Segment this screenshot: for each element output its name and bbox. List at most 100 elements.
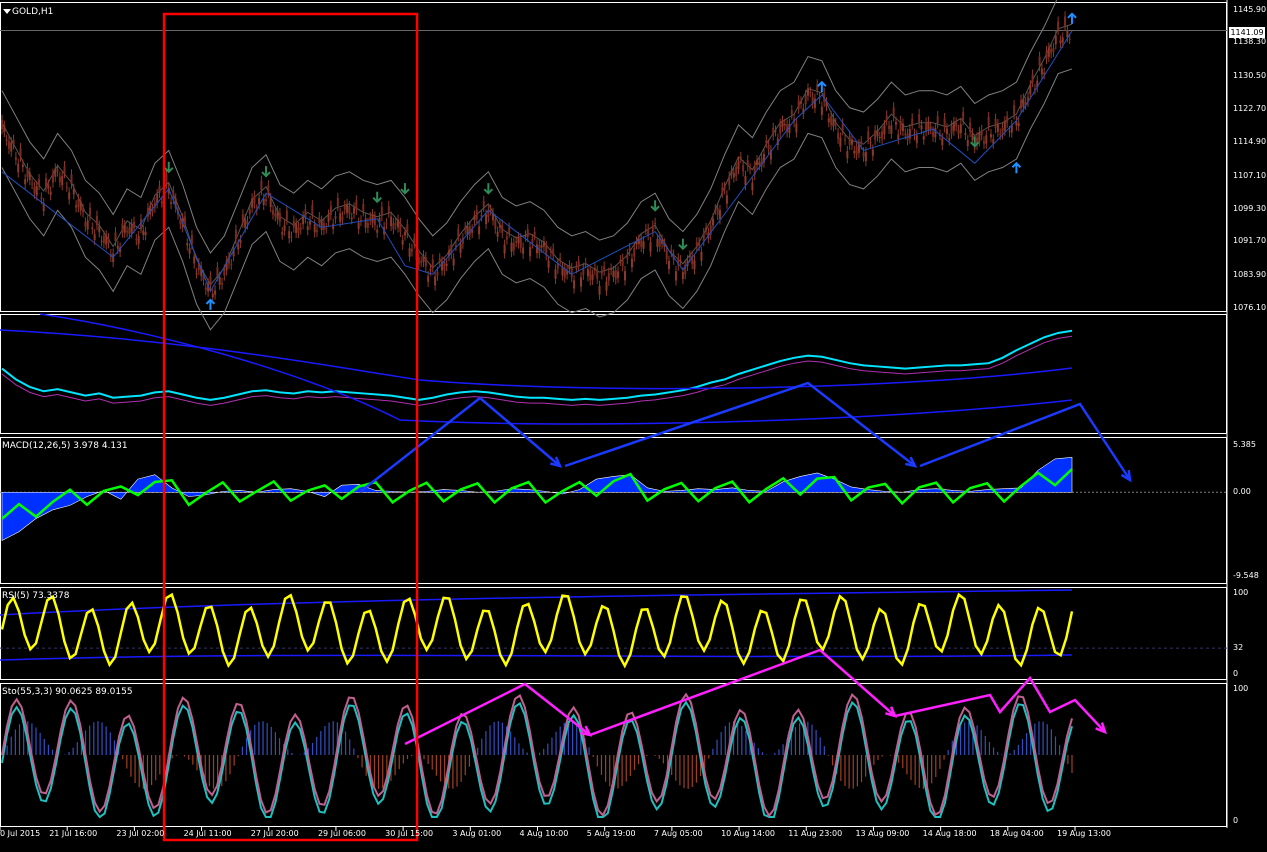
candle-body	[624, 271, 627, 281]
candle-body	[38, 179, 41, 185]
candle-body	[362, 203, 365, 212]
candle-body	[633, 248, 636, 257]
candle-body	[869, 142, 872, 144]
highlight-box	[162, 12, 419, 842]
candle-body	[883, 125, 886, 135]
candle-body	[848, 135, 851, 145]
candle-body	[580, 277, 583, 287]
x-axis-tick: 0 Jul 2015	[0, 829, 41, 838]
candle-body	[160, 201, 163, 203]
price-y-tick: 1083.90	[1233, 269, 1267, 279]
candle-body	[899, 120, 902, 131]
candle-body	[936, 116, 939, 124]
rsi-y-tick: 0	[1233, 669, 1239, 678]
candle-body	[241, 214, 244, 223]
candle-body	[767, 144, 770, 150]
candle-body	[1064, 16, 1067, 26]
candle-body	[380, 206, 383, 217]
candle-body	[996, 124, 999, 132]
candle-body	[186, 243, 189, 246]
candle-body	[864, 152, 867, 162]
signal-arrow-down	[400, 183, 410, 195]
candle-body	[325, 228, 328, 230]
candle-body	[749, 168, 752, 170]
candle-body	[179, 220, 182, 225]
candle-body	[934, 128, 937, 138]
candle-body	[758, 162, 761, 165]
price-y-tick: 1091.70	[1233, 236, 1267, 246]
candle-body	[478, 226, 481, 235]
candle-body	[612, 270, 615, 277]
candle-body	[519, 238, 522, 248]
candle-body	[40, 197, 43, 200]
candle-body	[230, 264, 233, 266]
panel-frame-price	[0, 2, 1227, 312]
candle-body	[204, 287, 207, 290]
candle-body	[957, 130, 960, 134]
candle-body	[874, 130, 877, 140]
candle-body	[498, 224, 501, 228]
candle-body	[332, 223, 335, 230]
candle-body	[945, 128, 948, 135]
candle-body	[508, 227, 511, 233]
candle-body	[31, 183, 34, 185]
candle-body	[853, 150, 856, 154]
candle-body	[79, 201, 82, 211]
candle-body	[223, 269, 226, 276]
candle-body	[237, 244, 240, 250]
candle-body	[515, 241, 518, 243]
candle-body	[522, 247, 525, 254]
candle-body	[496, 231, 499, 237]
candle-body	[475, 210, 478, 220]
candle-body	[56, 169, 59, 172]
signal-arrow-down	[650, 200, 660, 212]
candle-body	[457, 229, 460, 237]
candle-body	[554, 269, 557, 279]
candle-body	[376, 229, 379, 233]
rsi-band-lower	[0, 654, 1073, 661]
candle-body	[971, 133, 974, 141]
candle-body	[742, 165, 745, 172]
candle-body	[75, 205, 78, 208]
candle-body	[600, 270, 603, 275]
sto-y-tick: 0	[1233, 816, 1239, 825]
candle-body	[387, 206, 390, 213]
candle-body	[862, 152, 865, 157]
candle-body	[239, 240, 242, 243]
x-axis-tick: 18 Aug 04:00	[989, 829, 1044, 838]
candle-body	[1068, 38, 1071, 40]
candle-body	[948, 138, 951, 141]
candle-body	[665, 250, 668, 260]
chart-svg	[0, 0, 1228, 842]
symbol-dropdown-icon[interactable]	[3, 9, 11, 14]
candle-body	[505, 236, 508, 240]
candle-body	[732, 173, 735, 178]
candle-body	[904, 133, 907, 135]
panel2-ma-slow	[0, 329, 1073, 390]
candle-body	[994, 118, 997, 128]
candle-body	[598, 285, 601, 295]
candle-body	[193, 256, 196, 264]
candle-body	[589, 271, 592, 281]
candle-body	[19, 148, 22, 157]
x-axis-tick: 4 Aug 10:00	[519, 829, 569, 838]
macd-histogram	[1, 457, 1073, 541]
candle-body	[804, 94, 807, 105]
candle-body	[84, 222, 87, 227]
candle-body	[837, 133, 840, 139]
candle-body	[283, 225, 286, 231]
candle-body	[890, 125, 893, 134]
candle-body	[366, 223, 369, 228]
candle-body	[1017, 123, 1020, 127]
candle-body	[844, 139, 847, 141]
candle-body	[281, 232, 284, 235]
annotation-arrow-magenta-3	[894, 675, 1106, 733]
candle-body	[575, 266, 578, 269]
candle-body	[850, 139, 853, 145]
candle-body	[341, 216, 344, 220]
candle-body	[512, 242, 515, 251]
candle-body	[721, 187, 724, 193]
candle-body	[888, 125, 891, 129]
candle-body	[327, 214, 330, 222]
candle-body	[596, 270, 599, 279]
